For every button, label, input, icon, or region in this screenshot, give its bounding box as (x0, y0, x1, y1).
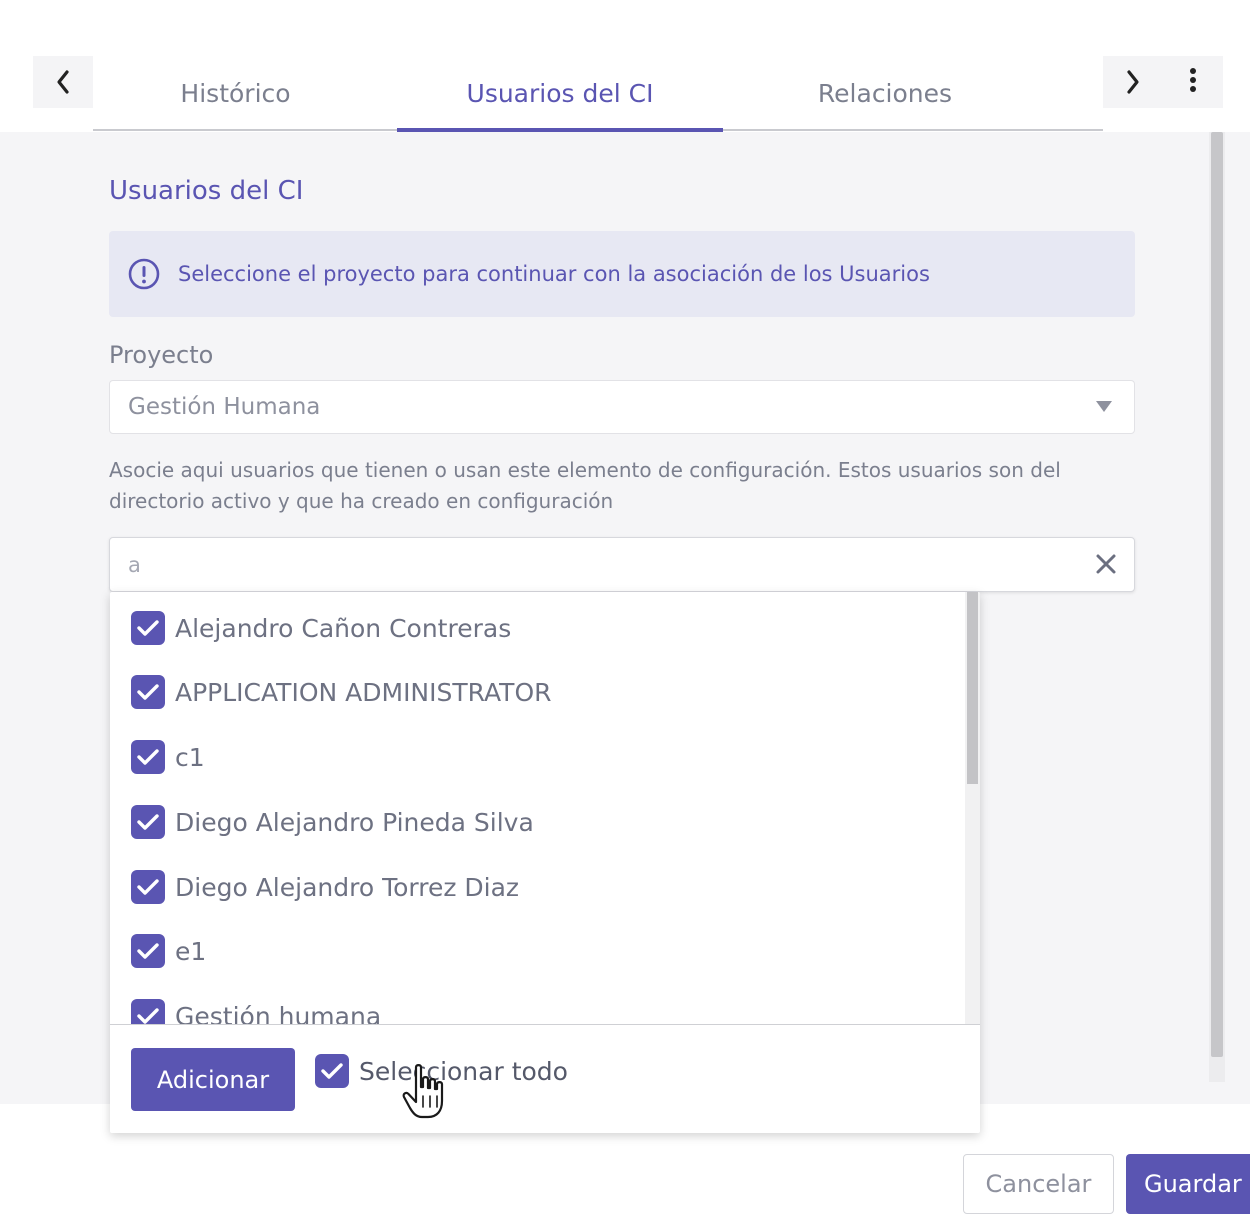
project-select[interactable]: Gestión Humana (109, 380, 1135, 434)
exclamation-circle-icon (128, 258, 160, 290)
user-search[interactable] (109, 537, 1135, 592)
add-button[interactable]: Adicionar (131, 1048, 295, 1111)
close-icon[interactable] (1094, 552, 1118, 576)
panel-scrollbar-thumb[interactable] (1211, 132, 1223, 1057)
checkbox-checked[interactable] (131, 934, 165, 968)
project-select-value: Gestión Humana (128, 394, 321, 420)
user-option[interactable]: Alejandro Cañon Contreras (131, 608, 511, 648)
user-option-label: Diego Alejandro Torrez Diaz (175, 872, 520, 902)
chevron-left-icon (57, 70, 69, 94)
user-dropdown: Alejandro Cañon Contreras APPLICATION AD… (110, 592, 980, 1133)
select-all-checkbox[interactable] (315, 1054, 349, 1088)
chevron-right-icon (1127, 70, 1139, 94)
project-label: Proyecto (109, 341, 214, 369)
check-icon (137, 749, 159, 765)
checkbox-checked[interactable] (131, 675, 165, 709)
checkbox-checked[interactable] (131, 740, 165, 774)
user-option-label: APPLICATION ADMINISTRATOR (175, 677, 552, 707)
check-icon (137, 620, 159, 636)
user-option[interactable]: Diego Alejandro Pineda Silva (131, 802, 534, 842)
help-text: Asocie aqui usuarios que tienen o usan e… (109, 458, 1061, 513)
user-option-label: Gestión humana (175, 1001, 382, 1025)
user-option-label: Diego Alejandro Pineda Silva (175, 807, 534, 837)
checkbox-checked[interactable] (131, 805, 165, 839)
select-all-label: Seleccionar todo (359, 1056, 568, 1086)
cancel-button[interactable]: Cancelar (963, 1154, 1114, 1214)
caret-down-icon (1096, 401, 1112, 412)
checkbox-checked[interactable] (131, 611, 165, 645)
check-icon (137, 814, 159, 830)
user-option[interactable]: e1 (131, 931, 206, 971)
user-option[interactable]: Gestión humana (131, 996, 381, 1024)
user-list: Alejandro Cañon Contreras APPLICATION AD… (110, 592, 965, 1024)
user-search-input[interactable] (128, 550, 1068, 580)
checkbox-checked[interactable] (131, 870, 165, 904)
check-icon (137, 943, 159, 959)
more-options-button[interactable] (1163, 56, 1223, 108)
user-option[interactable]: APPLICATION ADMINISTRATOR (131, 672, 552, 712)
check-icon (137, 879, 159, 895)
check-icon (137, 684, 159, 700)
check-icon (321, 1063, 343, 1079)
hand-pointer-icon (402, 1064, 444, 1119)
prev-tab-button[interactable] (33, 56, 93, 108)
tab-relaciones[interactable]: Relaciones (723, 56, 1047, 130)
user-option[interactable]: c1 (131, 737, 205, 777)
section-title: Usuarios del CI (109, 176, 304, 206)
next-tab-button[interactable] (1103, 56, 1163, 108)
user-option-label: c1 (175, 742, 205, 772)
tab-historico[interactable]: Histórico (93, 56, 378, 130)
more-vertical-icon (1190, 68, 1196, 92)
dropdown-divider (110, 1024, 980, 1025)
check-icon (137, 1008, 159, 1024)
list-scrollbar-thumb[interactable] (967, 592, 978, 784)
save-button[interactable]: Guardar (1126, 1154, 1250, 1214)
user-option-label: Alejandro Cañon Contreras (175, 613, 512, 643)
user-option-label: e1 (175, 936, 207, 966)
checkbox-checked[interactable] (131, 999, 165, 1024)
tab-usuarios-del-ci[interactable]: Usuarios del CI (397, 56, 723, 130)
info-text: Seleccione el proyecto para continuar co… (178, 262, 930, 286)
tab-bar: Histórico Usuarios del CI Relaciones (93, 56, 1103, 132)
user-option[interactable]: Diego Alejandro Torrez Diaz (131, 867, 519, 907)
info-banner: Seleccione el proyecto para continuar co… (109, 231, 1135, 317)
